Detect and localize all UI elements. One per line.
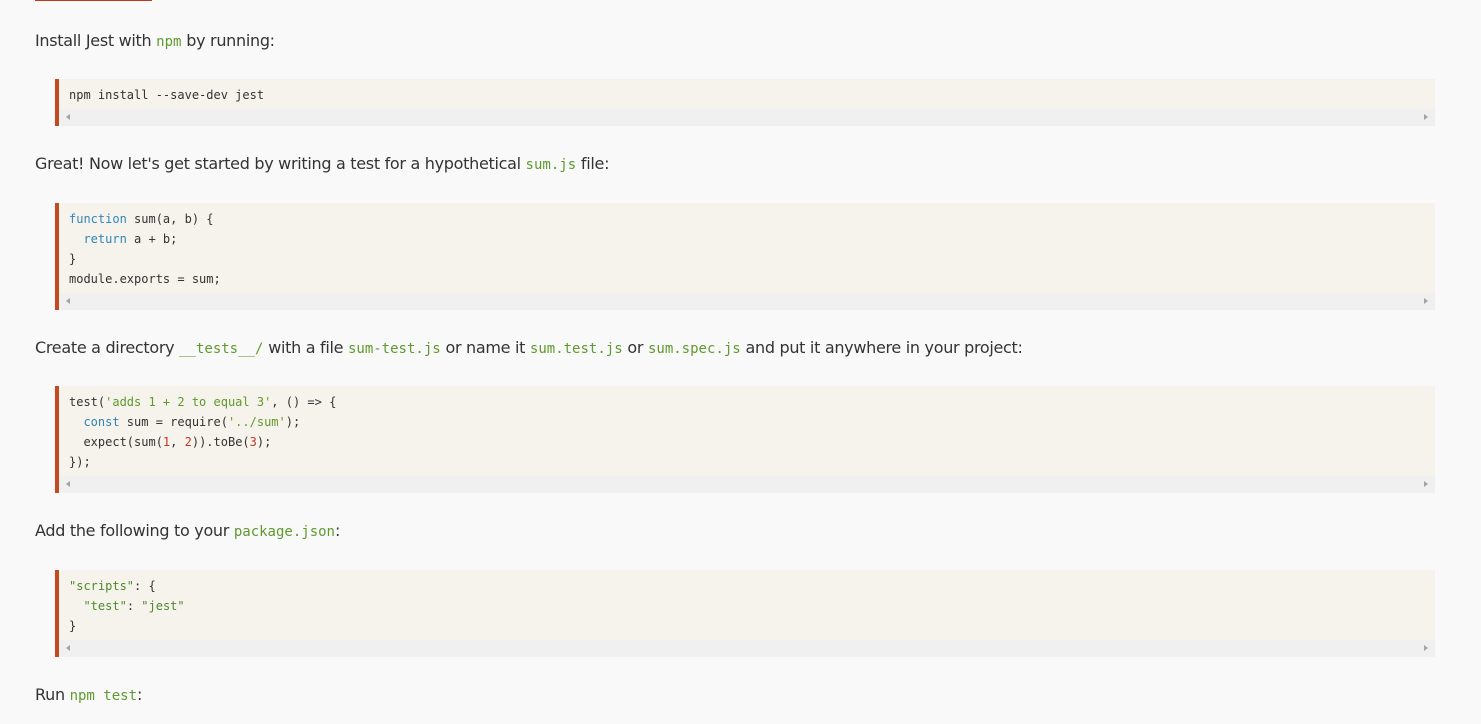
scroll-right-arrow-icon[interactable] bbox=[1424, 114, 1428, 120]
scroll-right-arrow-icon[interactable] bbox=[1424, 298, 1428, 304]
code-token: ); bbox=[285, 415, 301, 429]
code-area: "scripts": { "test": "jest" } bbox=[59, 570, 1435, 636]
install-text: Install Jest with bbox=[35, 31, 157, 50]
string-token: "scripts" bbox=[69, 579, 135, 593]
code-line: "scripts": { bbox=[69, 576, 1435, 596]
indent-token bbox=[69, 599, 83, 613]
code-line: npm install --save-dev jest bbox=[69, 88, 265, 102]
scroll-left-arrow-icon[interactable] bbox=[66, 481, 70, 487]
inline-code-npm: npm bbox=[156, 34, 182, 50]
code-area: function sum(a, b) { return a + b; } mod… bbox=[59, 203, 1435, 289]
code-token: )).toBe( bbox=[191, 435, 250, 449]
code-token: : bbox=[126, 599, 142, 613]
create-paragraph: Create a directory __tests__/ with a fil… bbox=[35, 338, 1023, 359]
code-line: test('adds 1 + 2 to equal 3', () => { bbox=[69, 392, 1435, 412]
code-token: , () => { bbox=[271, 395, 337, 409]
inline-code-sum-spec-js: sum.spec.js bbox=[647, 341, 741, 357]
code-block-test: test('adds 1 + 2 to equal 3', () => { co… bbox=[55, 386, 1435, 493]
code-area: test('adds 1 + 2 to equal 3', () => { co… bbox=[59, 386, 1435, 472]
heading-underline bbox=[35, 0, 152, 1]
keyword-token: return bbox=[83, 232, 127, 246]
add-text: Add the following to your bbox=[35, 521, 234, 540]
code-token: : { bbox=[134, 579, 156, 593]
create-text: or name it bbox=[440, 338, 530, 357]
number-token: 2 bbox=[184, 435, 192, 449]
install-paragraph: Install Jest with npm by running: bbox=[35, 31, 275, 52]
code-line: expect(sum(1, 2)).toBe(3); bbox=[69, 432, 1435, 452]
indent-token bbox=[69, 415, 83, 429]
great-paragraph: Great! Now let's get started by writing … bbox=[35, 154, 609, 175]
run-text-after: : bbox=[137, 685, 143, 704]
horizontal-scrollbar[interactable] bbox=[59, 640, 1435, 657]
create-text: Create a directory bbox=[35, 338, 180, 357]
code-token: sum(a, b) { bbox=[126, 212, 214, 226]
inline-code-npm-test: npm test bbox=[69, 688, 138, 704]
code-block-install: npm install --save-dev jest bbox=[55, 79, 1435, 126]
scroll-right-arrow-icon[interactable] bbox=[1424, 481, 1428, 487]
code-block-sum: function sum(a, b) { return a + b; } mod… bbox=[55, 203, 1435, 310]
code-line: module.exports = sum; bbox=[69, 272, 221, 286]
code-line: function sum(a, b) { bbox=[69, 209, 1435, 229]
add-text-after: : bbox=[335, 521, 341, 540]
keyword-token: function bbox=[69, 212, 127, 226]
scroll-left-arrow-icon[interactable] bbox=[66, 298, 70, 304]
code-line: }); bbox=[69, 455, 91, 469]
code-line: "test": "jest" bbox=[69, 596, 1435, 616]
great-text: Great! Now let's get started by writing … bbox=[35, 154, 526, 173]
string-token: "test" bbox=[83, 599, 127, 613]
code-token: ); bbox=[256, 435, 272, 449]
code-token: a + b; bbox=[126, 232, 178, 246]
keyword-token: const bbox=[83, 415, 120, 429]
inline-code-package-json: package.json bbox=[233, 524, 335, 540]
horizontal-scrollbar[interactable] bbox=[59, 109, 1435, 126]
string-token: 'adds 1 + 2 to equal 3' bbox=[105, 395, 272, 409]
code-token: test( bbox=[69, 395, 106, 409]
run-text: Run bbox=[35, 685, 70, 704]
create-text: and put it anywhere in your project: bbox=[740, 338, 1023, 357]
install-text-after: by running: bbox=[181, 31, 275, 50]
scroll-left-arrow-icon[interactable] bbox=[66, 645, 70, 651]
code-area: npm install --save-dev jest bbox=[59, 79, 1435, 105]
code-line: return a + b; bbox=[69, 229, 1435, 249]
code-block-package-json: "scripts": { "test": "jest" } bbox=[55, 570, 1435, 657]
code-token: expect(sum( bbox=[69, 435, 163, 449]
scroll-right-arrow-icon[interactable] bbox=[1424, 645, 1428, 651]
inline-code-sum-js: sum.js bbox=[525, 157, 577, 173]
string-token: "jest" bbox=[141, 599, 185, 613]
great-text-after: file: bbox=[576, 154, 610, 173]
create-text: with a file bbox=[263, 338, 348, 357]
code-token: sum = require( bbox=[119, 415, 228, 429]
horizontal-scrollbar[interactable] bbox=[59, 476, 1435, 493]
scroll-left-arrow-icon[interactable] bbox=[66, 114, 70, 120]
code-token: , bbox=[170, 435, 185, 449]
inline-code-tests-dir: __tests__/ bbox=[179, 341, 264, 357]
number-token: 3 bbox=[249, 435, 257, 449]
create-text: or bbox=[622, 338, 648, 357]
indent-token bbox=[69, 232, 83, 246]
inline-code-sum-dot-test-js: sum.test.js bbox=[529, 341, 623, 357]
code-line: } bbox=[69, 252, 77, 266]
horizontal-scrollbar[interactable] bbox=[59, 293, 1435, 310]
code-line: const sum = require('../sum'); bbox=[69, 412, 1435, 432]
inline-code-sum-test-js: sum-test.js bbox=[347, 341, 441, 357]
string-token: '../sum' bbox=[227, 415, 286, 429]
add-paragraph: Add the following to your package.json: bbox=[35, 521, 340, 542]
run-paragraph: Run npm test: bbox=[35, 685, 142, 706]
code-line: } bbox=[69, 619, 77, 633]
